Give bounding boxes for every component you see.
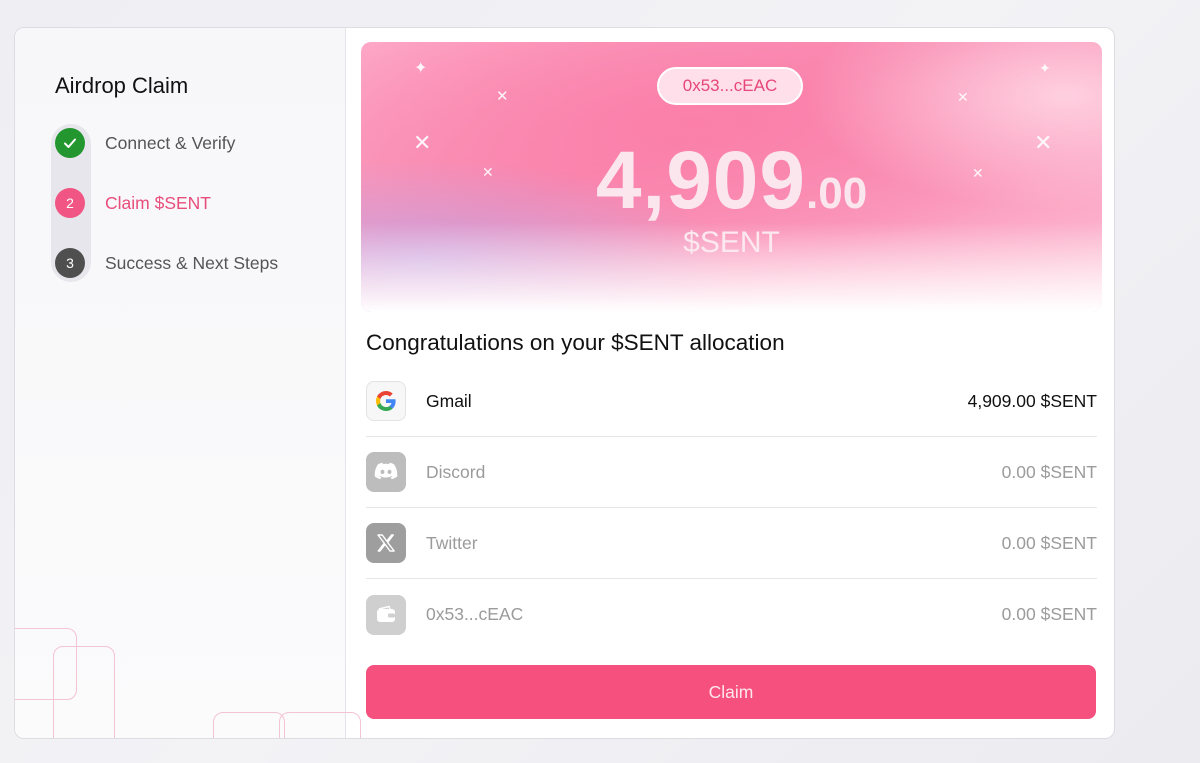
allocation-row-gmail: Gmail 4,909.00 $SENT [366,366,1097,437]
sparkle-icon: ✕ [482,164,494,180]
sparkle-icon: ✕ [496,88,509,105]
row-name: 0x53...cEAC [426,604,524,624]
row-value: 0.00 $SENT [1001,461,1097,482]
step-label: Success & Next Steps [105,252,279,273]
allocation-row-wallet: 0x53...cEAC 0.00 $SENT [366,579,1097,650]
decorative-outline [213,712,285,738]
token-symbol: $SENT [683,226,780,259]
discord-icon [366,452,406,492]
allocation-row-twitter: Twitter 0.00 $SENT [366,508,1097,579]
decorative-outline [53,646,115,738]
google-icon [366,381,406,421]
row-value: 0.00 $SENT [1001,532,1097,553]
row-name: Twitter [426,532,478,553]
row-value: 0.00 $SENT [1001,604,1097,624]
sparkle-icon: ✕ [413,130,432,155]
sparkle-icon: ✕ [1034,130,1053,155]
wallet-icon [366,594,406,635]
decorative-outline [279,712,361,738]
x-twitter-icon [366,523,406,563]
airdrop-claim-card: Airdrop Claim Connect & Verify 2 Claim $… [14,27,1115,739]
sidebar: Airdrop Claim Connect & Verify 2 Claim $… [15,28,361,738]
amount-decimal: .00 [806,169,868,218]
sparkle-icon: ✕ [957,89,969,105]
row-name: Discord [426,461,486,482]
sparkle-icon: ✦ [414,60,428,77]
wallet-address-pill[interactable]: 0x53...cEAC [657,67,803,105]
total-amount: 4,909.00 [361,134,1102,228]
allocation-row-discord: Discord 0.00 $SENT [366,437,1097,508]
step-number: 3 [55,248,85,278]
sparkle-icon: ✦ [1039,60,1051,76]
allocation-heading: Congratulations on your $SENT allocation [366,330,785,355]
row-value: 4,909.00 $SENT [967,390,1097,411]
step-label: Connect & Verify [105,132,236,153]
amount-integer: 4,909 [595,135,807,226]
sparkle-icon: ✕ [972,165,984,181]
allocation-hero: 0x53...cEAC 4,909.00 $SENT ✦ ✕ ✕ ✕ ✦ ✕ ✕… [361,42,1102,312]
check-icon [55,128,85,158]
claim-button[interactable]: Claim [366,665,1096,719]
sidebar-title: Airdrop Claim [55,73,189,98]
step-success: 3 Success & Next Steps [55,247,278,279]
step-number: 2 [55,188,85,218]
step-label: Claim $SENT [105,192,211,213]
row-name: Gmail [426,390,472,411]
step-claim: 2 Claim $SENT [55,187,211,219]
step-connect-verify: Connect & Verify [55,127,235,159]
